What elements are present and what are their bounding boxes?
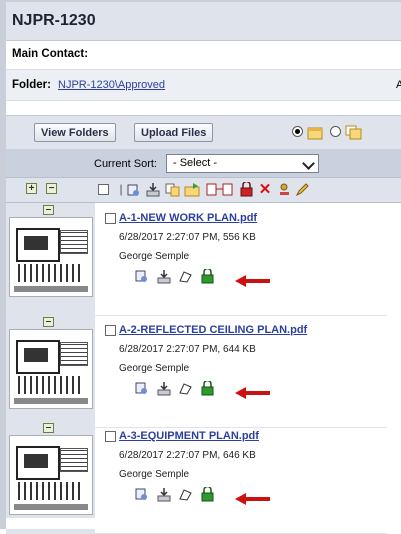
move-to-folder-icon[interactable] xyxy=(184,182,201,197)
thumbnail-drawing-detail xyxy=(60,448,88,472)
file-name-link[interactable]: A-3-EQUIPMENT PLAN.pdf xyxy=(119,430,259,442)
file-checkbox[interactable] xyxy=(105,431,116,442)
select-all-checkbox[interactable] xyxy=(98,184,109,195)
current-sort-label: Current Sort: xyxy=(94,158,157,170)
thumbnail-drawing-detail xyxy=(14,286,88,292)
thumbnail-drawing-detail xyxy=(24,236,48,250)
chevron-down-icon xyxy=(302,157,315,170)
delete-icon[interactable]: ✕ xyxy=(258,182,272,197)
toolbar: View Folders Upload Files xyxy=(6,115,401,150)
thumbnail-column xyxy=(6,203,95,315)
title-bar: NJPR-1230 xyxy=(6,2,401,41)
red-arrow-annotation xyxy=(235,387,270,399)
main-contact-row: Main Contact: xyxy=(6,41,401,70)
file-name-link[interactable]: A-1-NEW WORK PLAN.pdf xyxy=(119,212,257,224)
sort-select[interactable]: - Select - xyxy=(166,154,319,173)
file-thumbnail[interactable] xyxy=(9,329,93,409)
approved-lock-icon[interactable] xyxy=(200,487,215,502)
thumbnail-drawing-detail xyxy=(60,230,88,254)
thumbnail-drawing-detail xyxy=(18,376,84,394)
file-item: A-1-NEW WORK PLAN.pdf 6/28/2017 2:27:07 … xyxy=(6,203,387,316)
thumbnail-drawing-detail xyxy=(14,504,88,510)
folder-row-truncated-text: A xyxy=(396,79,401,91)
list-view-radio[interactable] xyxy=(292,126,303,137)
collapse-thumbnail-icon[interactable] xyxy=(43,317,54,327)
expand-all-icon[interactable]: + xyxy=(26,183,37,194)
approved-lock-icon[interactable] xyxy=(200,381,215,396)
download-icon[interactable] xyxy=(156,381,171,396)
markup-icon[interactable] xyxy=(178,269,193,284)
thumbnail-drawing-detail xyxy=(60,342,88,366)
collapse-all-icon[interactable]: − xyxy=(46,183,57,194)
thumbnail-drawing-detail xyxy=(18,264,84,282)
file-thumbnail[interactable] xyxy=(9,435,93,515)
file-meta: 6/28/2017 2:27:07 PM, 644 KB xyxy=(119,344,256,355)
file-author: George Semple xyxy=(119,469,190,480)
approved-lock-icon[interactable] xyxy=(200,269,215,284)
folder-row: Folder: NJPR-1230\Approved A xyxy=(6,70,401,101)
copy-icon[interactable] xyxy=(165,183,181,197)
thumbnail-drawing-detail xyxy=(24,348,48,362)
upload-files-button[interactable]: Upload Files xyxy=(134,123,214,142)
file-thumbnail[interactable] xyxy=(9,217,93,297)
file-checkbox[interactable] xyxy=(105,213,116,224)
properties-icon[interactable] xyxy=(134,487,149,502)
red-arrow-annotation xyxy=(235,275,270,287)
edit-icon[interactable] xyxy=(295,182,310,197)
main-contact-label: Main Contact: xyxy=(12,48,89,60)
file-item: A-2-REFLECTED CEILING PLAN.pdf 6/28/2017… xyxy=(6,315,387,428)
thumbnail-column xyxy=(6,315,95,427)
file-checkbox[interactable] xyxy=(105,325,116,336)
thumbnail-drawing-detail xyxy=(14,398,88,404)
thumbnail-view-radio[interactable] xyxy=(330,126,341,137)
compare-icon[interactable] xyxy=(206,183,234,196)
collapse-thumbnail-icon[interactable] xyxy=(43,205,54,215)
thumbnail-drawing-detail xyxy=(24,454,48,468)
bottom-fill xyxy=(6,518,401,529)
properties-icon[interactable] xyxy=(134,381,149,396)
file-author: George Semple xyxy=(119,251,190,262)
properties-icon[interactable] xyxy=(126,183,140,197)
red-arrow-annotation xyxy=(235,493,270,505)
folder-label: Folder: xyxy=(12,79,51,91)
download-icon[interactable] xyxy=(145,182,161,198)
page-title: NJPR-1230 xyxy=(12,12,96,29)
properties-icon[interactable] xyxy=(134,269,149,284)
thumbnail-column xyxy=(6,421,95,533)
view-folders-button[interactable]: View Folders xyxy=(34,123,116,142)
sort-select-value: - Select - xyxy=(173,157,218,169)
download-icon[interactable] xyxy=(156,269,171,284)
thumbnail-drawing-detail xyxy=(18,482,84,500)
document-browser: NJPR-1230 Main Contact: Folder: NJPR-123… xyxy=(0,0,401,534)
download-icon[interactable] xyxy=(156,487,171,502)
file-name-link[interactable]: A-2-REFLECTED CEILING PLAN.pdf xyxy=(119,324,307,336)
markup-icon[interactable] xyxy=(178,487,193,502)
user-permissions-icon[interactable] xyxy=(277,182,292,197)
thumbnail-view-icon xyxy=(345,125,362,140)
markup-icon[interactable] xyxy=(178,381,193,396)
sort-row: Current Sort: - Select - xyxy=(6,149,401,178)
file-meta: 6/28/2017 2:27:07 PM, 556 KB xyxy=(119,232,256,243)
spacer xyxy=(6,101,401,115)
file-meta: 6/28/2017 2:27:07 PM, 646 KB xyxy=(119,450,256,461)
bulk-actions-row: + − | ✕ xyxy=(6,178,401,203)
collapse-thumbnail-icon[interactable] xyxy=(43,423,54,433)
list-view-icon xyxy=(307,127,323,140)
file-author: George Semple xyxy=(119,363,190,374)
lock-icon[interactable] xyxy=(239,182,255,197)
folder-path-link[interactable]: NJPR-1230\Approved xyxy=(58,79,165,91)
